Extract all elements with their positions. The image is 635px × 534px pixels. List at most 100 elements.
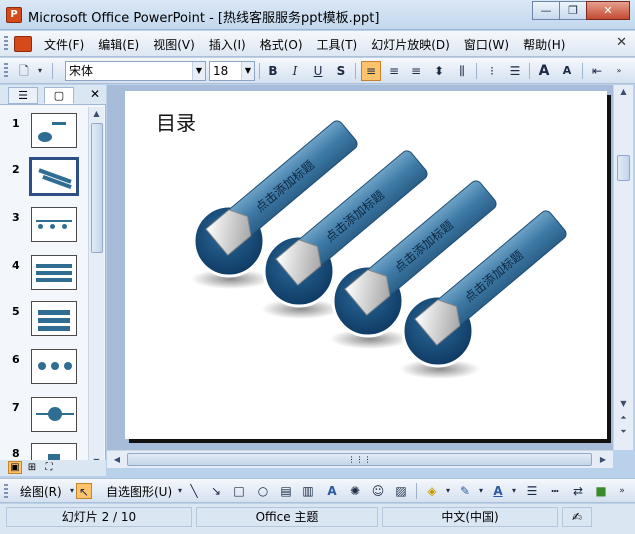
menu-edit[interactable]: 编辑(E) — [98, 36, 139, 53]
shrink-font-button[interactable]: A — [557, 61, 577, 81]
scroll-up-icon[interactable]: ▲ — [89, 107, 104, 121]
previous-slide-icon[interactable]: ⏶ — [614, 411, 633, 424]
bullets-icon[interactable]: ☰ — [505, 61, 525, 81]
diagram-icon[interactable]: ✺ — [347, 483, 363, 499]
3d-style-icon[interactable]: ■ — [593, 483, 609, 499]
close-pane-icon[interactable]: ✕ — [90, 87, 100, 101]
align-right-icon[interactable]: ≡ — [406, 61, 426, 81]
thumbnail-row[interactable]: 2 — [0, 157, 88, 199]
thumbnail-row[interactable]: 3 — [0, 207, 88, 247]
slide-thumbnail[interactable] — [31, 207, 77, 242]
toolbar-grip[interactable] — [4, 36, 8, 52]
underline-button[interactable]: U — [308, 61, 328, 81]
slide-thumbnail[interactable] — [31, 255, 77, 290]
select-objects-icon[interactable]: ↖ — [76, 483, 92, 499]
vertical-textbox-icon[interactable]: ▥ — [300, 483, 316, 499]
numbering-icon[interactable]: ⁝ — [482, 61, 502, 81]
chevron-down-icon[interactable]: ▼ — [192, 62, 205, 80]
chevron-down-icon[interactable]: ▾ — [440, 483, 456, 499]
tab-slides[interactable]: ▢ — [44, 87, 74, 104]
tab-outline[interactable]: ☰ — [8, 87, 38, 104]
slide-thumbnail[interactable] — [31, 113, 77, 148]
thumbnail-row[interactable]: 5 — [0, 301, 88, 341]
close-window-button[interactable]: ✕ — [586, 1, 630, 20]
column-text-icon[interactable]: ⫼ — [452, 61, 472, 81]
insert-picture-icon[interactable]: ▨ — [393, 483, 409, 499]
align-center-icon[interactable]: ≡ — [384, 61, 404, 81]
powerpoint-app-icon[interactable]: P — [6, 7, 22, 23]
slide-thumbnail[interactable] — [31, 349, 77, 384]
slide-vertical-scrollbar[interactable]: ▲ ▼ ⏶ ⏷ — [613, 85, 633, 450]
line-color-icon[interactable]: ✎ — [457, 483, 473, 499]
menu-insert[interactable]: 插入(I) — [209, 36, 246, 53]
scroll-down-icon[interactable]: ▼ — [614, 397, 633, 410]
separator — [529, 63, 530, 79]
menu-view[interactable]: 视图(V) — [153, 36, 195, 53]
autoshapes-menu[interactable]: 自选图形(U) — [106, 483, 172, 500]
arrow-icon[interactable]: ↘ — [208, 483, 224, 499]
slide-thumbnail[interactable] — [31, 397, 77, 432]
toolbar-grip[interactable] — [4, 484, 8, 500]
restore-button[interactable]: ❐ — [559, 1, 587, 20]
clipart-icon[interactable]: ☺ — [370, 483, 386, 499]
menu-help[interactable]: 帮助(H) — [523, 36, 565, 53]
textbox-icon[interactable]: ▤ — [278, 483, 294, 499]
font-color-icon[interactable]: A — [490, 483, 506, 499]
scroll-thumb[interactable] — [617, 155, 630, 181]
menu-file[interactable]: 文件(F) — [44, 36, 84, 53]
font-size-select[interactable]: 18 ▼ — [209, 61, 255, 81]
normal-view-icon[interactable]: ▣ — [8, 461, 22, 474]
thumbnails-scrollbar[interactable]: ▲ ▼ — [88, 107, 104, 469]
thumbnail-row[interactable]: 4 — [0, 255, 88, 295]
distribute-vertical-icon[interactable]: ⬍ — [429, 61, 449, 81]
spell-check-icon[interactable]: ✍ — [562, 507, 592, 527]
menu-slideshow[interactable]: 幻灯片放映(D) — [371, 36, 450, 53]
line-icon[interactable]: ╲ — [186, 483, 202, 499]
wordart-icon[interactable]: A — [324, 483, 340, 499]
slideshow-view-icon[interactable]: ⛶ — [42, 461, 56, 474]
dash-style-icon[interactable]: ┅ — [547, 483, 563, 499]
slide-horizontal-scrollbar[interactable]: ◀ ⋮⋮⋮ ▶ — [107, 450, 613, 468]
minimize-button[interactable]: — — [532, 1, 560, 20]
fill-color-icon[interactable]: ◈ — [424, 483, 440, 499]
next-slide-icon[interactable]: ⏷ — [614, 425, 633, 438]
chevron-down-icon[interactable]: ▾ — [473, 483, 489, 499]
shadow-button[interactable]: S — [331, 61, 351, 81]
close-document-icon[interactable]: ✕ — [616, 35, 627, 50]
chevron-down-icon[interactable]: ▼ — [241, 62, 254, 80]
menu-window[interactable]: 窗口(W) — [464, 36, 509, 53]
bold-button[interactable]: B — [263, 61, 283, 81]
new-document-icon[interactable]: 🗋 — [14, 61, 34, 81]
menu-tools[interactable]: 工具(T) — [317, 36, 358, 53]
draw-menu[interactable]: 绘图(R) — [20, 483, 62, 500]
slide-thumbnail-selected[interactable] — [29, 157, 79, 196]
scroll-thumb[interactable] — [91, 123, 103, 253]
scroll-thumb[interactable]: ⋮⋮⋮ — [127, 453, 592, 466]
font-name-select[interactable]: 宋体 ▼ — [65, 61, 206, 81]
arrow-style-icon[interactable]: ⇄ — [570, 483, 586, 499]
menu-format[interactable]: 格式(O) — [260, 36, 303, 53]
scroll-up-icon[interactable]: ▲ — [614, 85, 633, 98]
toolbar-options-icon[interactable]: » — [612, 61, 626, 81]
rectangle-icon[interactable]: □ — [231, 483, 247, 499]
thumbnail-row[interactable]: 6 — [0, 349, 88, 389]
toolbar-grip[interactable] — [4, 63, 8, 79]
toolbar-options-icon[interactable]: » — [614, 483, 630, 499]
slide-sorter-view-icon[interactable]: ⊞ — [25, 461, 39, 474]
line-style-icon[interactable]: ☰ — [524, 483, 540, 499]
scroll-right-icon[interactable]: ▶ — [596, 453, 610, 466]
thumbnail-row[interactable]: 1 — [0, 113, 88, 153]
oval-icon[interactable]: ○ — [255, 483, 271, 499]
italic-button[interactable]: I — [285, 61, 305, 81]
slide-canvas[interactable]: 目录 点击添加标题 点击添加标题 点击添加标题 点击添加标题 — [125, 91, 607, 439]
decrease-indent-icon[interactable]: ⇤ — [587, 61, 607, 81]
scroll-left-icon[interactable]: ◀ — [110, 453, 124, 466]
align-left-icon[interactable]: ≡ — [361, 61, 381, 81]
toolbar-options-icon[interactable]: ▾ — [34, 61, 46, 81]
chevron-down-icon[interactable]: ▾ — [506, 483, 522, 499]
grow-font-button[interactable]: A — [534, 61, 554, 81]
document-icon[interactable] — [14, 36, 32, 52]
thumbnail-row[interactable]: 7 — [0, 397, 88, 437]
slide-thumbnail[interactable] — [31, 301, 77, 336]
separator — [355, 63, 356, 79]
